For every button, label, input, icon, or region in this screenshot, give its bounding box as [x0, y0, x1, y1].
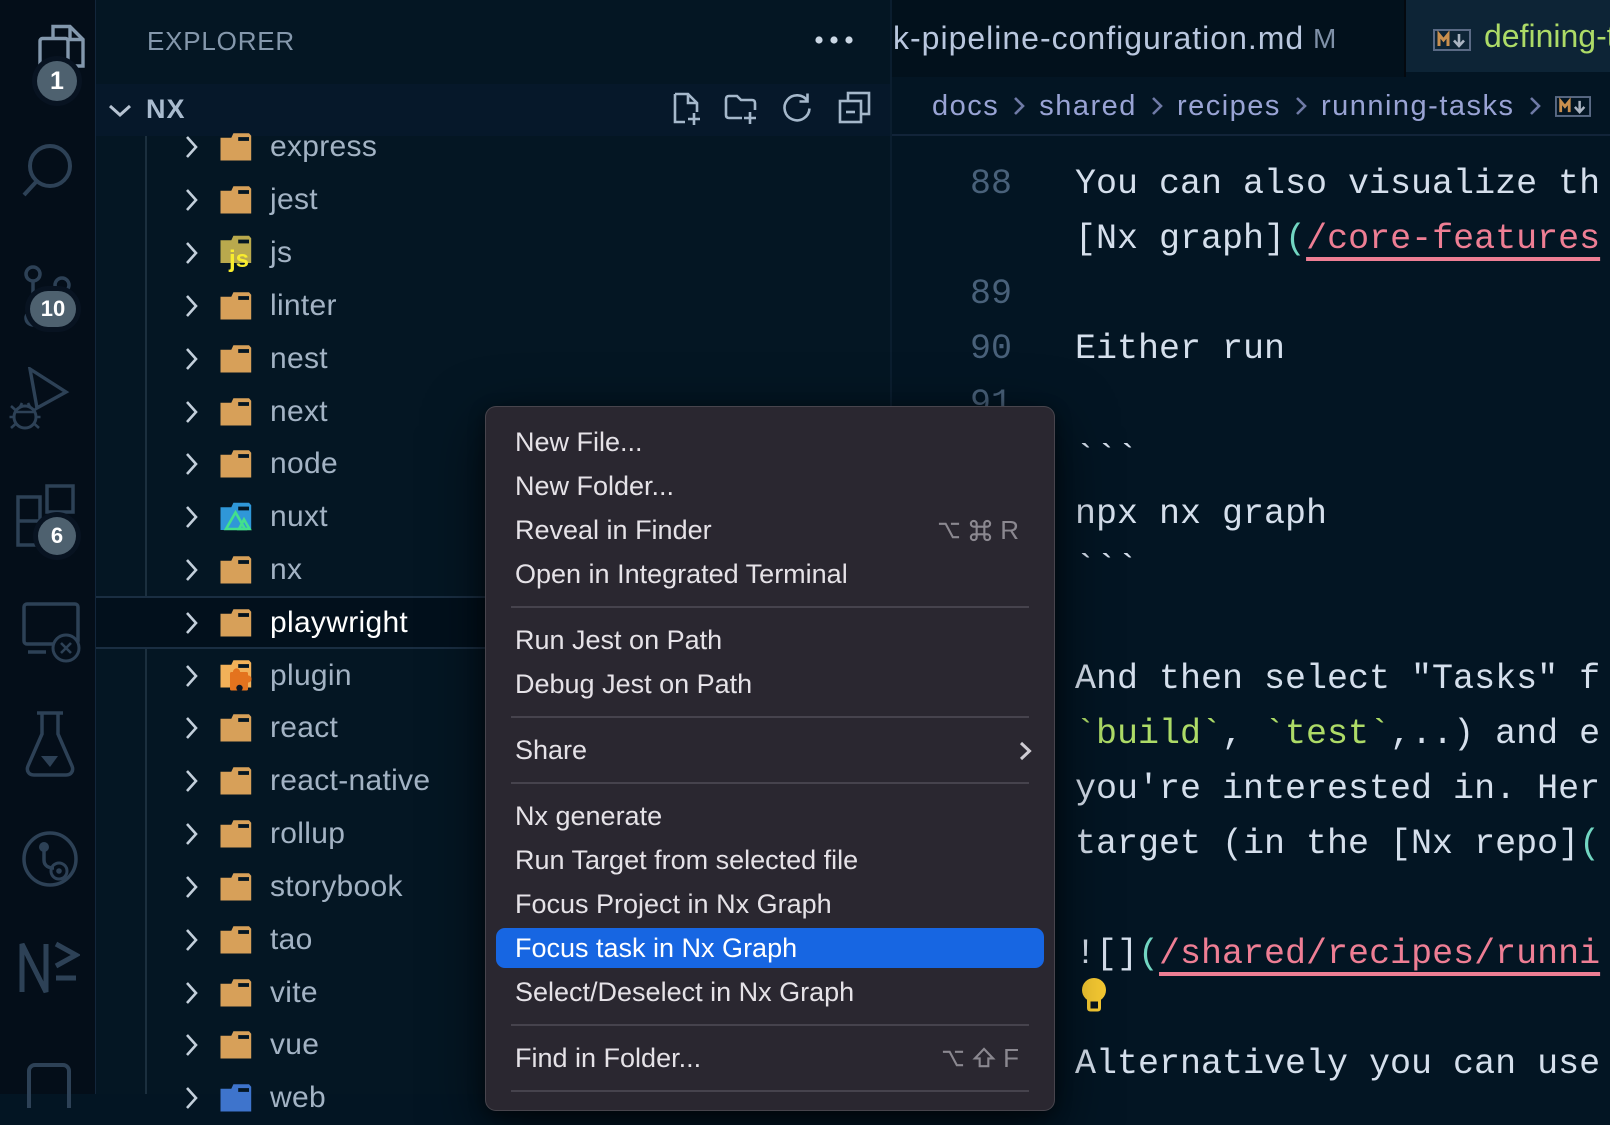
svg-text:js: js — [228, 246, 249, 273]
